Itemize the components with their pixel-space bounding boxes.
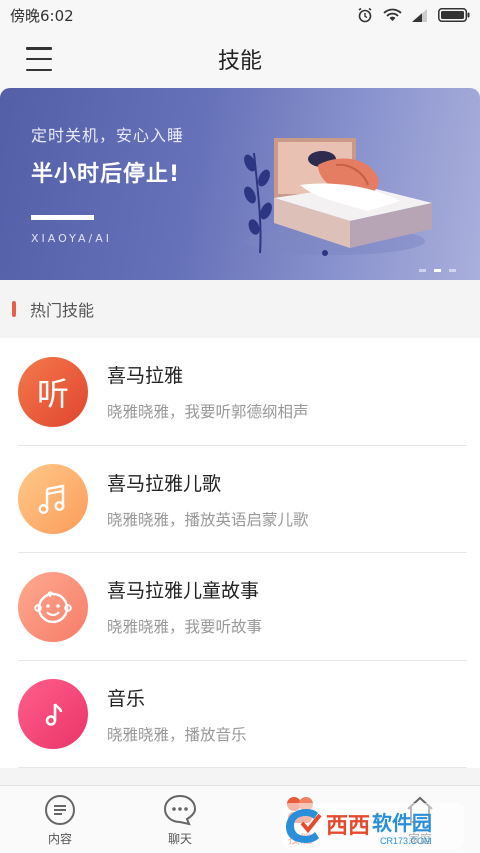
- sleeping-bed-illustration: [244, 138, 432, 256]
- menu-icon[interactable]: [26, 47, 52, 71]
- chat-bubble-icon: [163, 794, 197, 826]
- banner-subtitle: 定时关机，安心入睡: [31, 126, 185, 145]
- skill-item-ximalaya[interactable]: 听 喜马拉雅 晓雅晓雅，我要听郭德纲相声: [0, 338, 480, 446]
- banner-divider: [31, 215, 94, 220]
- skill-name: 喜马拉雅儿歌: [107, 472, 222, 495]
- baby-face-icon: [18, 571, 88, 642]
- pagination-dot-active[interactable]: [434, 269, 441, 272]
- pagination-dot[interactable]: [449, 269, 456, 272]
- skill-list: 听 喜马拉雅 晓雅晓雅，我要听郭德纲相声 喜马拉雅儿歌 晓雅晓雅，播放英语启蒙儿…: [0, 338, 480, 768]
- page-title: 技能: [217, 49, 262, 74]
- skill-item-music[interactable]: 音乐 晓雅晓雅，播放音乐: [0, 661, 480, 769]
- alarm-icon: [358, 7, 372, 23]
- signal-icon: [412, 8, 427, 22]
- music-notes-icon: [18, 464, 88, 535]
- skill-desc: 晓雅晓雅，播放音乐: [107, 725, 247, 744]
- banner-brand: XIAOYA/AI: [31, 232, 113, 245]
- status-bar: 傍晚6:02: [0, 0, 480, 30]
- pagination-dot[interactable]: [419, 269, 426, 272]
- status-time: 傍晚6:02: [10, 6, 74, 25]
- banner-pagination[interactable]: [419, 269, 456, 272]
- nav-label: 聊天: [167, 832, 192, 846]
- watermark-logo: 西西 软件园 CR173.COM: [282, 803, 464, 849]
- skill-desc: 晓雅晓雅，我要听故事: [107, 618, 263, 637]
- ting-listen-icon: 听: [18, 356, 88, 427]
- content-list-icon: [45, 795, 75, 825]
- skill-name: 喜马拉雅儿童故事: [107, 580, 260, 603]
- skill-name: 喜马拉雅: [107, 365, 184, 388]
- skill-item-ximalaya-songs[interactable]: 喜马拉雅儿歌 晓雅晓雅，播放英语启蒙儿歌: [0, 446, 480, 554]
- banner-headline: 半小时后停止!: [31, 162, 181, 187]
- svg-text:西西: 西西: [326, 813, 370, 838]
- nav-chat[interactable]: 聊天: [120, 786, 240, 853]
- section-hot-skills: 热门技能: [0, 280, 480, 338]
- svg-text:CR173.COM: CR173.COM: [380, 836, 432, 846]
- skill-desc: 晓雅晓雅，播放英语启蒙儿歌: [107, 510, 309, 529]
- section-title: 热门技能: [30, 301, 95, 320]
- app-header: 技能: [0, 30, 480, 88]
- wifi-icon: [383, 8, 402, 21]
- section-accent-bar: [12, 301, 16, 317]
- skill-name: 音乐: [107, 687, 146, 710]
- nav-content[interactable]: 内容: [0, 786, 120, 853]
- skill-item-ximalaya-stories[interactable]: 喜马拉雅儿童故事 晓雅晓雅，我要听故事: [0, 553, 480, 661]
- svg-text:软件园: 软件园: [372, 811, 432, 835]
- promo-banner[interactable]: 定时关机，安心入睡 半小时后停止! XIAOYA/AI: [0, 88, 480, 280]
- music-note-icon: [18, 679, 88, 750]
- battery-icon: [438, 8, 470, 22]
- nav-label: 内容: [47, 832, 72, 846]
- status-icons: [357, 7, 470, 23]
- skill-desc: 晓雅晓雅，我要听郭德纲相声: [107, 403, 309, 422]
